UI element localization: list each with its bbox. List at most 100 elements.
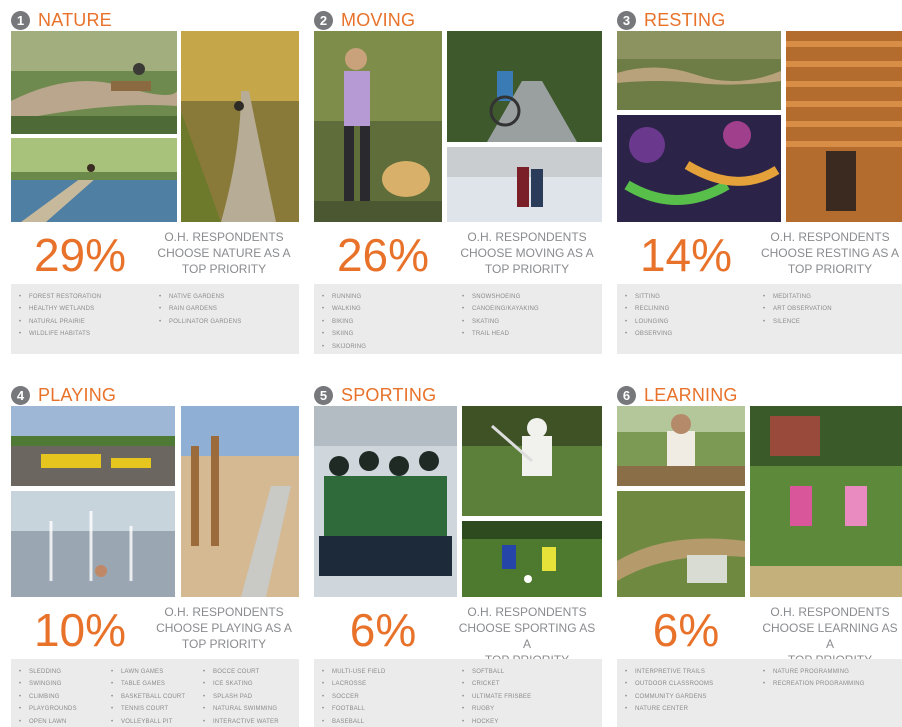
percentage-value: 6%: [652, 604, 720, 656]
panel-resting: 3 RESTING 14% O.H. RESPONDENTS CHOOSE RES…: [617, 8, 902, 358]
list-item: BOCCE COURT: [201, 666, 279, 679]
percentage-value: 10%: [33, 604, 127, 656]
photo-outdoor-yoga: [750, 406, 902, 597]
activity-column: BOCCE COURT ICE SKATING SPLASH PAD NATUR…: [201, 666, 279, 727]
list-item: SKIING: [320, 328, 460, 341]
panel-title: RESTING: [644, 10, 726, 30]
list-item: WALKING: [320, 303, 460, 316]
list-item: SITTING: [623, 291, 761, 304]
list-item: FOOTBALL: [320, 703, 460, 716]
panel-moving: 2 MOVING 26% O.H. RESPONDENTS CHOOSE MOVI…: [314, 8, 602, 358]
panel-learning: 6 LEARNING 6% O.H. RESPONDENTS CHOOSE LEA…: [617, 383, 902, 727]
activity-column: SNOWSHOEING CANOEING/KAYAKING SKATING TR…: [460, 291, 539, 354]
list-item: ART OBSERVATION: [761, 303, 832, 316]
activity-column: MEDITATING ART OBSERVATION SILENCE: [761, 291, 832, 354]
photo-splash-pad: [11, 491, 175, 597]
number-badge: 5: [314, 385, 333, 405]
activity-column: SOFTBALL CRICKET ULTIMATE FRISBEE RUGBY …: [460, 666, 531, 727]
list-item: TENNIS COURT: [109, 703, 201, 716]
panel-title: LEARNING: [644, 385, 738, 405]
photo-lacrosse-player: [462, 406, 602, 516]
list-item: NATIVE GARDENS: [157, 291, 241, 304]
activity-list: INTERPRETIVE TRAILS OUTDOOR CLASSROOMS C…: [617, 659, 902, 727]
panel-title: NATURE: [38, 10, 112, 30]
list-item: SNOWSHOEING: [460, 291, 539, 304]
list-item: SLEDDING: [17, 666, 109, 679]
photo-wave-benches: [617, 31, 781, 110]
photo-interpretive-trail: [617, 491, 745, 597]
photo-cyclist-trail: [447, 31, 602, 142]
list-item: WILDLIFE HABITATS: [17, 328, 157, 341]
list-item: SILENCE: [761, 316, 832, 329]
panel-header: 6 LEARNING: [617, 384, 738, 406]
photo-wetland-boardwalk: [11, 138, 177, 222]
activity-column: FOREST RESTORATION HEALTHY WETLANDS NATU…: [17, 291, 157, 354]
list-item: RECREATION PROGRAMMING: [761, 678, 865, 691]
panel-header: 3 RESTING: [617, 9, 725, 31]
number-badge: 2: [314, 10, 333, 30]
list-item: LOUNGING: [623, 316, 761, 329]
list-item: SPLASH PAD: [201, 691, 279, 704]
percentage-value: 6%: [349, 604, 417, 656]
list-item: PLAYGROUNDS: [17, 703, 109, 716]
panel-title: SPORTING: [341, 385, 437, 405]
panel-playing: 4 PLAYING 10% O.H. RESPONDENTS CHOOSE PLA…: [11, 383, 299, 727]
list-item: FOREST RESTORATION: [17, 291, 157, 304]
activity-column: NATURE PROGRAMMING RECREATION PROGRAMMIN…: [761, 666, 865, 727]
list-item: SOFTBALL: [460, 666, 531, 679]
list-item: HEALTHY WETLANDS: [17, 303, 157, 316]
list-item: ICE SKATING: [201, 678, 279, 691]
panel-title: PLAYING: [38, 385, 117, 405]
panel-header: 4 PLAYING: [11, 384, 116, 406]
activity-list: FOREST RESTORATION HEALTHY WETLANDS NATU…: [11, 284, 299, 354]
respondents-caption: O.H. RESPONDENTS CHOOSE PLAYING AS A TOP P…: [156, 605, 292, 651]
activity-column: SLEDDING SWINGING CLIMBING PLAYGROUNDS O…: [17, 666, 109, 727]
photo-runner-with-dog: [314, 31, 442, 222]
list-item: RUGBY: [460, 703, 531, 716]
activity-list: RUNNING WALKING BIKING SKIING SKIJORING …: [314, 284, 602, 354]
photo-table-games-plaza: [11, 406, 175, 486]
activity-column: LAWN GAMES TABLE GAMES BASKETBALL COURT …: [109, 666, 201, 727]
panel-header: 2 MOVING: [314, 9, 415, 31]
percentage-value: 29%: [33, 229, 127, 281]
list-item: CANOEING/KAYAKING: [460, 303, 539, 316]
list-item: SKIJORING: [320, 341, 460, 354]
list-item: HOCKEY: [460, 716, 531, 727]
list-item: POLLINATOR GARDENS: [157, 316, 241, 329]
photo-boardwalk-bench: [11, 31, 177, 134]
list-item: SKATING: [460, 316, 539, 329]
photo-snow-walkers: [447, 147, 602, 222]
number-badge: 4: [11, 385, 30, 405]
list-item: OBSERVING: [623, 328, 761, 341]
activity-list: SLEDDING SWINGING CLIMBING PLAYGROUNDS O…: [11, 659, 299, 727]
photo-community-garden: [617, 406, 745, 486]
photo-hammocks-night: [617, 115, 781, 222]
number-badge: 1: [11, 10, 30, 30]
panel-header: 1 NATURE: [11, 9, 112, 31]
respondents-caption: O.H. RESPONDENTS CHOOSE MOVING AS A TOP PR…: [460, 230, 594, 276]
activity-column: RUNNING WALKING BIKING SKIING SKIJORING: [320, 291, 460, 354]
list-item: CRICKET: [460, 678, 531, 691]
activity-column: SITTING RECLINING LOUNGING OBSERVING: [623, 291, 761, 354]
panel-header: 5 SPORTING: [314, 384, 436, 406]
panel-nature: 1 NATURE 29% O.H. RESPONDENTS CHOOSE NATU…: [11, 8, 299, 358]
activity-column: NATIVE GARDENS RAIN GARDENS POLLINATOR G…: [157, 291, 241, 354]
photo-playground-slide: [181, 406, 299, 597]
respondents-caption: O.H. RESPONDENTS CHOOSE NATURE AS A TOP PR…: [157, 230, 291, 276]
activity-column: INTERPRETIVE TRAILS OUTDOOR CLASSROOMS C…: [623, 666, 761, 727]
panel-sporting: 5 SPORTING 6% O.H. RESPONDENTS CHOOSE SPO…: [314, 383, 602, 727]
list-item: OUTDOOR CLASSROOMS: [623, 678, 761, 691]
list-item: COMMUNITY GARDENS: [623, 691, 761, 704]
percentage-value: 26%: [336, 229, 430, 281]
list-item: NATURAL SWIMMING: [201, 703, 279, 716]
list-item: NATURAL PRAIRIE: [17, 316, 157, 329]
list-item: BASKETBALL COURT: [109, 691, 201, 704]
list-item: RUNNING: [320, 291, 460, 304]
list-item: TABLE GAMES: [109, 678, 201, 691]
activity-column: MULTI-USE FIELD LACROSSE SOCCER FOOTBALL…: [320, 666, 460, 727]
list-item: SOCCER: [320, 691, 460, 704]
list-item: LACROSSE: [320, 678, 460, 691]
respondents-caption: O.H. RESPONDENTS CHOOSE RESTING AS A TOP P…: [760, 230, 900, 276]
list-item: BASEBALL: [320, 716, 460, 727]
list-item: NATURE CENTER: [623, 703, 761, 716]
